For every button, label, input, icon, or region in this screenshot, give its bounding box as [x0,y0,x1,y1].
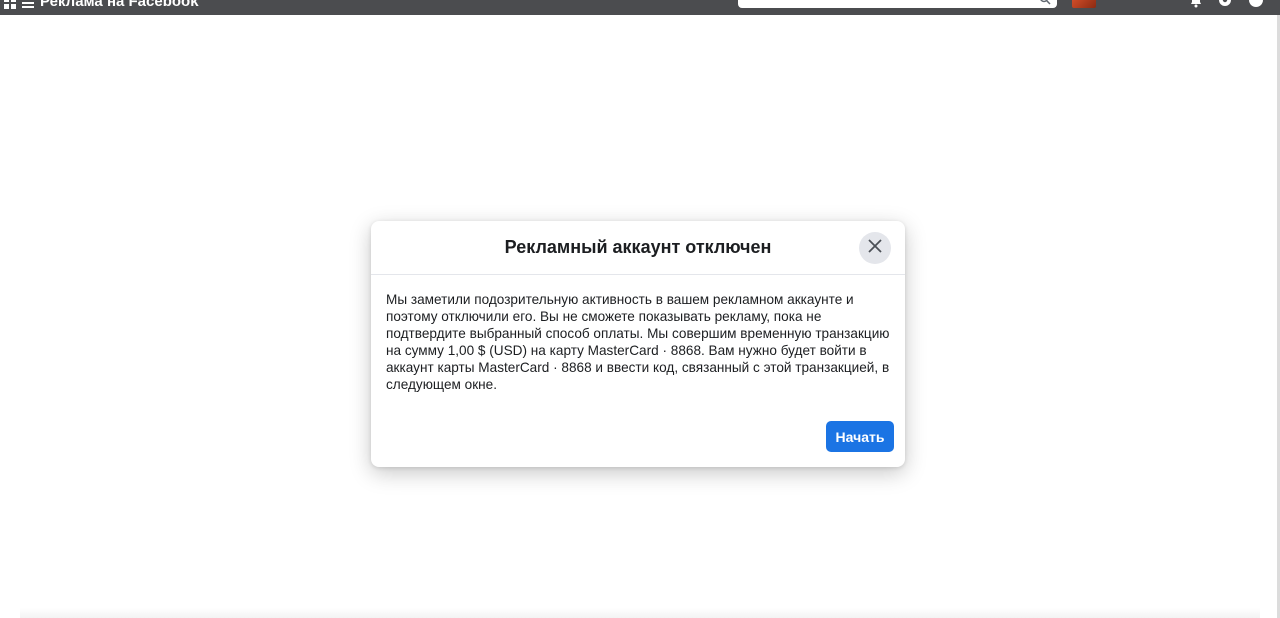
dialog-title: Рекламный аккаунт отключен [504,237,772,257]
menu-icon[interactable] [22,0,34,8]
page-bottom-shadow [20,608,1260,618]
dialog-header: Рекламный аккаунт отключен [371,221,905,275]
topbar-left-group: Реклама на Facebook [4,0,199,10]
help-icon[interactable] [1248,0,1264,8]
account-disabled-dialog: Рекламный аккаунт отключен Мы заметили п… [371,221,905,467]
grid-icon[interactable] [4,0,16,9]
close-button[interactable] [859,232,891,264]
bell-icon[interactable] [1188,0,1204,8]
account-avatar[interactable] [1072,0,1096,8]
top-navigation-bar: Реклама на Facebook [0,0,1280,15]
dialog-message: Мы заметили подозрительную активность в … [386,292,890,392]
search-input[interactable] [738,0,1057,8]
start-button[interactable]: Начать [826,421,894,452]
search-icon [1039,0,1051,5]
app-title[interactable]: Реклама на Facebook [40,0,199,10]
gear-icon[interactable] [1217,0,1233,8]
close-icon [867,238,883,259]
